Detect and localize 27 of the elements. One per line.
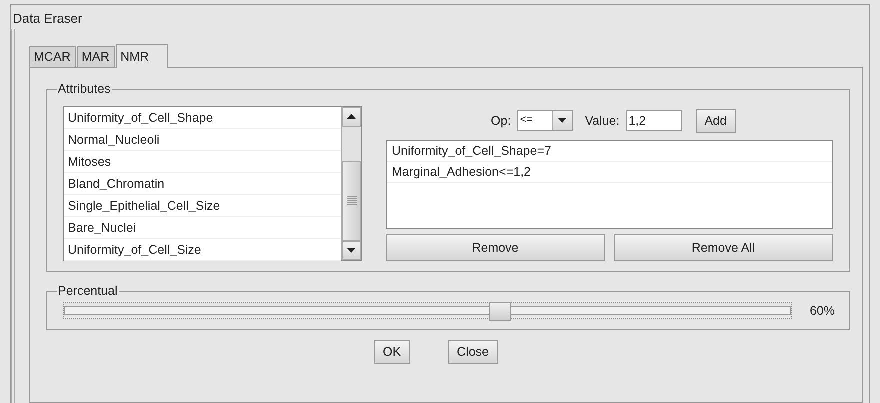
group-title: Percentual <box>57 284 119 298</box>
op-label: Op: <box>491 114 512 128</box>
list-item[interactable]: Marginal_Adhesion<=1,2 <box>387 162 832 183</box>
group-title: Attributes <box>57 82 112 96</box>
remove-all-button[interactable]: Remove All <box>614 234 833 261</box>
value-field[interactable]: 1,2 <box>626 110 682 132</box>
remove-button[interactable]: Remove <box>386 234 605 261</box>
list-item[interactable]: Single_Epithelial_Cell_Size <box>64 195 341 217</box>
list-item[interactable]: Uniformity_of_Cell_Size <box>64 239 341 261</box>
op-dropdown[interactable]: <= <box>517 110 574 132</box>
percent-reading: 60% <box>810 304 835 318</box>
value-label: Value: <box>585 114 620 128</box>
dialog-button[interactable]: OK <box>374 340 410 364</box>
tab[interactable]: MAR <box>76 46 115 67</box>
attribute-list[interactable]: Uniformity_of_Cell_Shape Normal_Nucleoli Mitoses Bland_Chromatin Single_Epithelial_Cell_Size Bare_Nuclei Uniformity_of_Cell_Size <box>63 106 362 261</box>
list-item[interactable]: Uniformity_of_Cell_Shape <box>64 107 341 129</box>
list-item[interactable]: Mitoses <box>64 151 341 173</box>
list-item[interactable]: Uniformity_of_Cell_Shape=7 <box>387 140 832 162</box>
list-item[interactable]: Bland_Chromatin <box>64 173 341 195</box>
window-title: Data Eraser <box>12 10 84 28</box>
list-item[interactable]: Bare_Nuclei <box>64 217 341 239</box>
tab[interactable]: NMR <box>116 44 168 68</box>
tab[interactable]: MCAR <box>29 46 76 67</box>
list-item[interactable]: Normal_Nucleoli <box>64 129 341 151</box>
condition-list[interactable]: Uniformity_of_Cell_Shape=7 Marginal_Adhesion<=1,2 <box>386 140 833 229</box>
dialog-button[interactable]: Close <box>448 340 498 364</box>
add-button[interactable]: Add <box>696 108 736 133</box>
